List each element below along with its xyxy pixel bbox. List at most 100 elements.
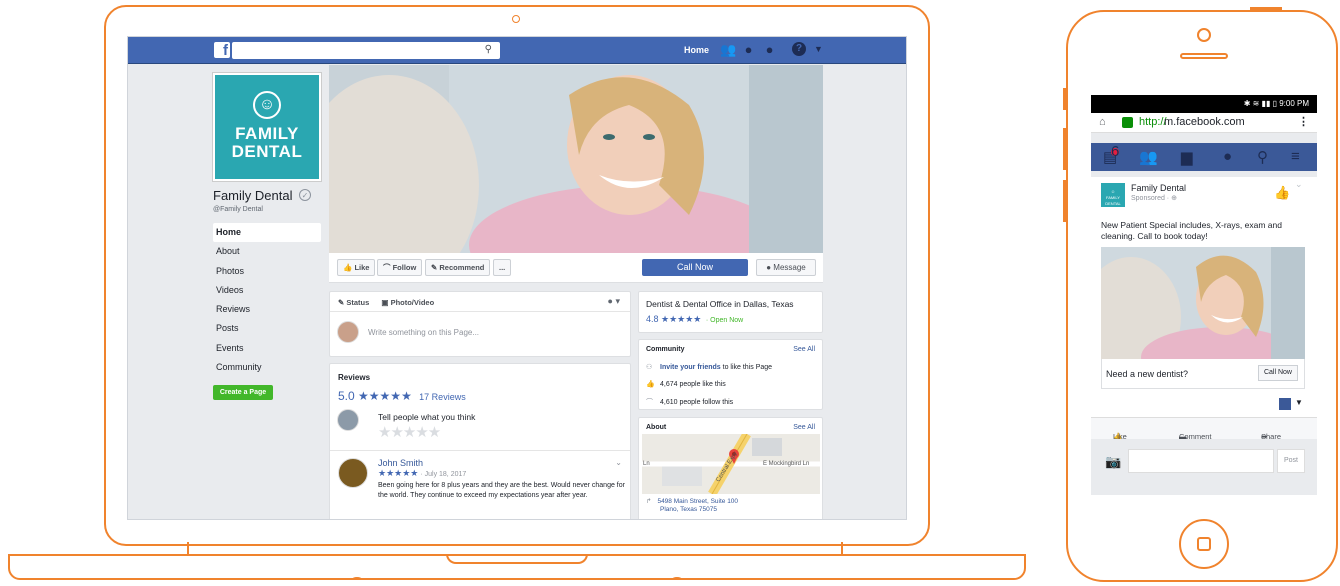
see-all-link[interactable]: See All: [793, 346, 815, 353]
nav-item-photos[interactable]: Photos: [213, 262, 321, 281]
chevron-down-icon[interactable]: ⌄: [1295, 179, 1303, 190]
messages-icon[interactable]: ▆: [1181, 148, 1193, 166]
home-icon[interactable]: ⌂: [1099, 116, 1106, 128]
thumbs-up-icon: 👍: [646, 381, 655, 388]
camera-icon[interactable]: 📷: [1105, 454, 1121, 470]
messenger-icon[interactable]: ●: [741, 42, 756, 57]
business-address[interactable]: ↱ 5498 Main Street, Suite 100 Plano, Texa…: [646, 498, 738, 514]
avatar: [337, 409, 359, 431]
sponsored-label: Sponsored · ⊕: [1131, 195, 1177, 202]
laptop-camera: [512, 15, 520, 23]
page-flag-icon[interactable]: [1279, 398, 1291, 410]
tab-photo-video[interactable]: Photo/Video: [391, 298, 435, 307]
more-vertical-icon[interactable]: ⋮: [1298, 115, 1309, 128]
post-actions: 👍 Like ▬ Comment ➦ Share: [1091, 417, 1317, 441]
help-icon[interactable]: ?: [792, 42, 806, 56]
friend-requests-icon[interactable]: 👥: [720, 42, 736, 57]
rating-value: 4.8: [646, 314, 659, 324]
likes-count: 4,674 people like this: [660, 381, 726, 388]
recommend-button[interactable]: ✎ Recommend: [425, 259, 491, 276]
reviewer-name[interactable]: John Smith: [378, 458, 423, 468]
message-label: Message: [773, 263, 806, 272]
nav-item-community[interactable]: Community: [213, 358, 321, 377]
phone-speaker: [1180, 53, 1228, 59]
star-icon: ★★★★★: [661, 314, 702, 324]
about-title: About: [646, 424, 667, 431]
follow-button[interactable]: ⌒ Follow: [377, 259, 423, 276]
facebook-logo-icon[interactable]: f: [214, 42, 230, 59]
follows-row: ⌒ 4,610 people follow this: [646, 397, 733, 407]
star-icon: ★★★★★: [378, 468, 419, 478]
nav-item-home[interactable]: Home: [213, 223, 321, 243]
comment-input[interactable]: [1128, 449, 1274, 473]
recommend-label: Recommend: [439, 263, 485, 272]
tab-status[interactable]: Status: [346, 298, 369, 307]
globe-icon[interactable]: ●: [762, 42, 777, 57]
brand-line-2: DENTAL: [231, 142, 303, 161]
photo-icon: ▣: [381, 298, 391, 307]
reviews-count[interactable]: 17 Reviews: [419, 392, 466, 402]
home-link[interactable]: Home: [684, 45, 709, 55]
search-icon[interactable]: ⚲: [1257, 148, 1268, 166]
thumbs-up-icon[interactable]: 👍: [1274, 185, 1290, 201]
more-button[interactable]: ...: [493, 259, 512, 276]
users-icon: ⚇: [646, 364, 653, 371]
globe-icon[interactable]: ●: [1223, 148, 1232, 165]
menu-icon[interactable]: ≡: [1291, 148, 1300, 165]
review-date: · July 18, 2017: [420, 471, 467, 478]
chevron-down-icon[interactable]: ⌄: [615, 458, 622, 467]
phone-volume-up: [1063, 128, 1067, 170]
create-page-button[interactable]: Create a Page: [213, 385, 273, 400]
invite-link[interactable]: Invite your friends: [660, 364, 721, 371]
post-button[interactable]: Post: [1277, 449, 1305, 473]
url-domain: m.facebook.com: [1164, 116, 1245, 128]
post-composer: ✎ Status ▣ Photo/Video ● ▾ Write somethi…: [329, 291, 631, 357]
phone-screen: ✱ ≋ ▮▮ ▯ 9:00 PM ⌂ http:// m.facebook.co…: [1091, 95, 1317, 495]
nav-item-reviews[interactable]: Reviews: [213, 300, 321, 319]
nav-item-posts[interactable]: Posts: [213, 319, 321, 338]
url-scheme: http://: [1139, 116, 1167, 128]
laptop-foot: [352, 577, 362, 581]
post-author[interactable]: Family Dental: [1131, 183, 1186, 193]
rating-stars-input[interactable]: ★★★★★: [378, 423, 441, 441]
reviews-title: Reviews: [338, 373, 371, 382]
message-button[interactable]: ● Message: [756, 259, 816, 276]
page-title: Family Dental: [213, 188, 293, 203]
business-category: Dentist & Dental Office in Dallas, Texas: [646, 299, 794, 309]
see-all-link[interactable]: See All: [793, 424, 815, 431]
open-status: · Open Now: [705, 317, 744, 324]
business-rating: 4.8 ★★★★★ · Open Now: [646, 314, 743, 325]
follow-label: Follow: [392, 263, 417, 272]
nav-item-videos[interactable]: Videos: [213, 281, 321, 300]
chevron-down-icon[interactable]: ▼: [1295, 398, 1303, 407]
topbar-icons: 👥 ● ●: [720, 42, 777, 57]
directions-icon: ↱: [646, 498, 652, 505]
browser-url-bar[interactable]: ⌂ http:// m.facebook.com ⋮: [1091, 113, 1317, 133]
laptop-screen: f ⚲ Home 👥 ● ● ? ▼ ☺ FAMILY DENTAL Famil…: [127, 36, 907, 520]
cover-photo[interactable]: [329, 65, 823, 253]
chevron-down-icon[interactable]: ● ▾: [608, 296, 620, 307]
location-map[interactable]: Ln Central Expy E Mockingbird Ln: [642, 434, 820, 494]
reviewer-avatar[interactable]: [338, 458, 368, 488]
chevron-down-icon[interactable]: ▼: [814, 44, 823, 54]
tooth-logo-icon: ☺: [253, 91, 281, 119]
call-now-button[interactable]: Call Now: [1257, 365, 1298, 381]
friend-requests-icon[interactable]: 👥: [1139, 148, 1158, 166]
home-square-icon: [1197, 537, 1211, 551]
cta-bar: Need a new dentist? Call Now: [1101, 359, 1305, 389]
like-label: Like: [354, 263, 370, 272]
call-now-button[interactable]: Call Now: [642, 259, 748, 276]
composer-input[interactable]: Write something on this Page...: [368, 328, 479, 337]
reviews-card: Reviews 5.0 ★★★★★ 17 Reviews Tell people…: [329, 363, 631, 519]
like-button[interactable]: 👍 Like: [337, 259, 376, 276]
post-image[interactable]: [1101, 247, 1305, 359]
search-icon[interactable]: ⚲: [485, 44, 492, 55]
follows-count: 4,610 people follow this: [660, 399, 734, 406]
brand-line-1: FAMILY: [235, 124, 299, 143]
nav-item-events[interactable]: Events: [213, 339, 321, 358]
map-label: Ln: [643, 461, 650, 467]
nav-item-about[interactable]: About: [213, 242, 321, 261]
page-avatar[interactable]: ☺ FAMILY DENTAL: [1101, 183, 1125, 207]
page-profile-picture[interactable]: ☺ FAMILY DENTAL: [213, 73, 321, 181]
search-input[interactable]: ⚲: [232, 42, 500, 59]
